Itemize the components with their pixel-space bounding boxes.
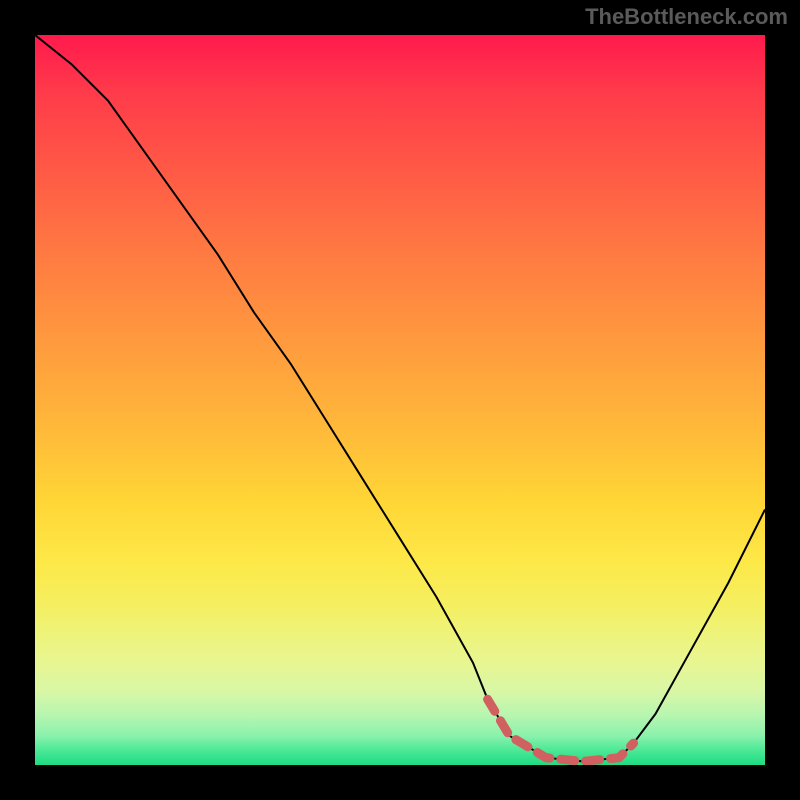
optimal-range-marker — [488, 699, 634, 761]
chart-svg — [35, 35, 765, 765]
plot-area — [35, 35, 765, 765]
watermark-text: TheBottleneck.com — [585, 4, 788, 30]
bottleneck-line — [35, 35, 765, 761]
